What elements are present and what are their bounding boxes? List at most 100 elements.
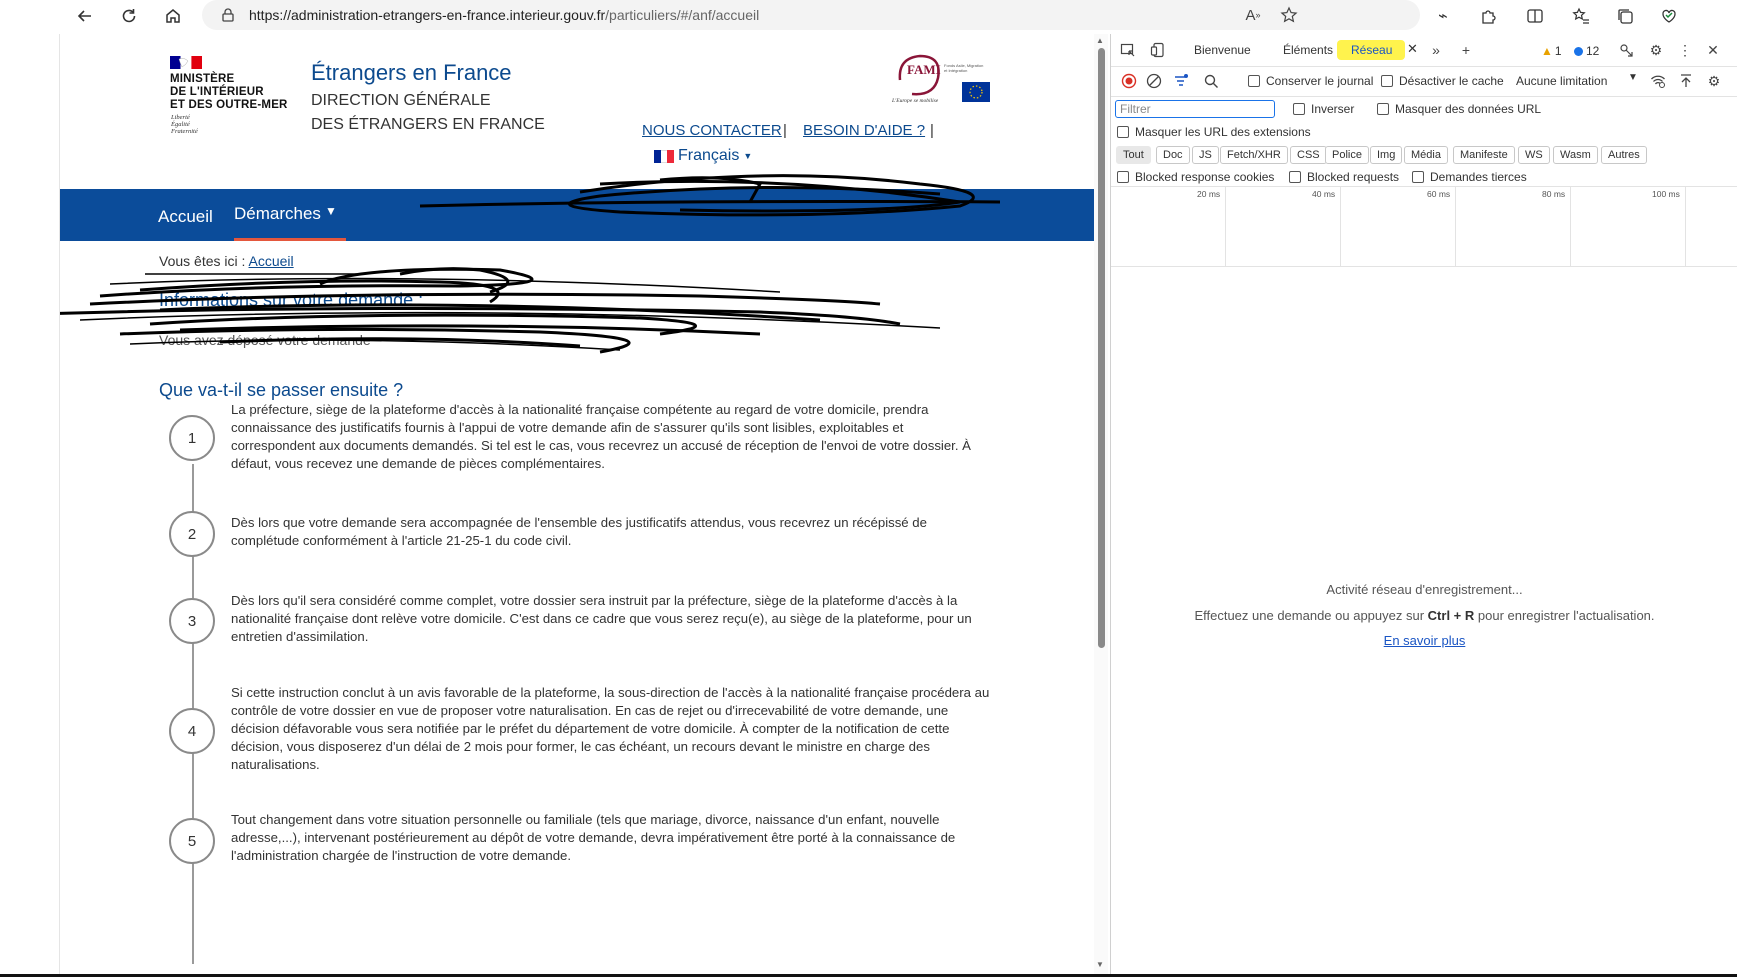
invert-checkbox[interactable]: Inverser (1293, 102, 1354, 116)
type-filter-css[interactable]: CSS (1290, 146, 1327, 164)
hint-suffix: pour enregistrer l'actualisation. (1477, 608, 1655, 623)
hide-data-urls-checkbox[interactable]: Masquer des données URL (1377, 102, 1541, 116)
filter-input[interactable] (1115, 100, 1275, 118)
device-emulation-icon[interactable] (1149, 41, 1167, 59)
message-icon (1574, 46, 1583, 56)
checkbox-box[interactable] (1117, 126, 1129, 138)
record-icon[interactable] (1120, 72, 1138, 90)
type-filter-fetch[interactable]: Fetch/XHR (1220, 146, 1288, 164)
tab-welcome[interactable]: Bienvenue (1194, 43, 1251, 57)
timeline-gridline (1685, 186, 1686, 266)
scroll-up-icon[interactable]: ▲ (1096, 36, 1104, 45)
type-filter-doc[interactable]: Doc (1156, 146, 1190, 164)
browser-essentials-icon[interactable] (1656, 3, 1682, 29)
back-icon[interactable] (72, 3, 98, 29)
add-tab-icon[interactable]: + (1457, 41, 1475, 59)
tab-elements[interactable]: Éléments (1283, 43, 1333, 57)
scroll-down-icon[interactable]: ▼ (1096, 960, 1104, 969)
favorites-icon[interactable] (1568, 3, 1594, 29)
inspect-icon[interactable] (1119, 41, 1137, 59)
step-number: 2 (169, 511, 215, 557)
messages-count: 12 (1586, 44, 1600, 58)
timeline-label: 40 ms (1312, 189, 1336, 199)
filter-icon[interactable] (1172, 72, 1190, 90)
checkbox-label: Désactiver le cache (1399, 74, 1504, 88)
type-filter-font[interactable]: Police (1325, 146, 1369, 164)
empty-state-title: Activité réseau d'enregistrement... (1326, 582, 1523, 597)
checkbox-label: Inverser (1311, 102, 1355, 116)
checkbox-box[interactable] (1381, 75, 1393, 87)
timeline-gridline (1570, 186, 1571, 266)
clear-icon[interactable] (1145, 72, 1163, 90)
extensions-puzzle-icon[interactable] (1476, 3, 1502, 29)
close-devtools-icon[interactable]: ✕ (1704, 41, 1722, 59)
checkbox-box[interactable] (1412, 171, 1424, 183)
page-scrollbar[interactable]: ▲ ▼ (1094, 34, 1108, 974)
type-filter-ws[interactable]: WS (1518, 146, 1550, 164)
checkbox-label: Masquer des données URL (1395, 102, 1542, 116)
step-text: Tout changement dans votre situation per… (231, 812, 956, 863)
close-icon[interactable]: ✕ (1407, 41, 1418, 57)
learn-more: En savoir plus (1111, 633, 1737, 648)
checkbox-box[interactable] (1377, 103, 1389, 115)
checkbox-label: Conserver le journal (1266, 74, 1374, 88)
import-har-icon[interactable] (1677, 72, 1695, 90)
scrollbar-thumb[interactable] (1098, 48, 1105, 648)
timeline-gridline (1225, 186, 1226, 266)
read-aloud-icon[interactable]: A» (1242, 4, 1264, 26)
step-number: 1 (169, 415, 215, 461)
learn-more-link[interactable]: En savoir plus (1384, 633, 1466, 648)
messages-badge[interactable]: 12 (1574, 44, 1599, 58)
warnings-badge[interactable]: ▲ 1 (1541, 44, 1562, 58)
steps-list: 1 La préfecture, siège de la plateforme … (60, 34, 1094, 974)
address-bar[interactable]: https://administration-etrangers-en-fran… (202, 0, 1420, 30)
throttling-select[interactable]: Aucune limitation (1516, 74, 1607, 88)
more-tabs-icon[interactable]: » (1427, 41, 1445, 59)
checkbox-box[interactable] (1289, 171, 1301, 183)
type-filter-img[interactable]: Img (1370, 146, 1403, 164)
network-settings-icon[interactable]: ⚙ (1705, 72, 1723, 90)
collections-icon[interactable] (1612, 3, 1638, 29)
more-options-icon[interactable]: ⋮ (1676, 41, 1694, 59)
extension-icon[interactable]: ⌁ (1430, 3, 1456, 29)
type-filter-manifest[interactable]: Manifeste (1453, 146, 1515, 164)
type-filter-all[interactable]: Tout (1116, 146, 1151, 164)
network-conditions-icon[interactable] (1649, 72, 1667, 90)
tab-network[interactable]: Réseau ✕ (1337, 38, 1421, 62)
checkbox-box[interactable] (1117, 171, 1129, 183)
lock-icon[interactable] (220, 7, 236, 23)
blocked-requests-checkbox[interactable]: Blocked requests (1289, 170, 1399, 184)
caret-down-icon[interactable]: ▼ (1628, 72, 1638, 83)
step-number: 5 (169, 818, 215, 864)
timeline-label: 100 ms (1652, 189, 1680, 199)
type-filter-other[interactable]: Autres (1601, 146, 1647, 164)
type-filter-media[interactable]: Média (1404, 146, 1448, 164)
page-viewport: MINISTÈRE DE L'INTÉRIEUR ET DES OUTRE-ME… (60, 34, 1094, 974)
warning-icon: ▲ (1541, 44, 1553, 58)
blocked-cookies-checkbox[interactable]: Blocked response cookies (1117, 170, 1274, 184)
type-filter-js[interactable]: JS (1192, 146, 1219, 164)
type-filter-wasm[interactable]: Wasm (1553, 146, 1598, 164)
disable-cache-checkbox[interactable]: Désactiver le cache (1381, 74, 1504, 88)
customize-icon[interactable] (1617, 41, 1635, 59)
gear-icon[interactable]: ⚙ (1647, 41, 1665, 59)
step-text: Dès lors que votre demande sera accompag… (231, 515, 927, 548)
checkbox-label: Blocked requests (1307, 170, 1400, 184)
third-party-checkbox[interactable]: Demandes tierces (1412, 170, 1527, 184)
url-text[interactable]: https://administration-etrangers-en-fran… (249, 7, 759, 23)
reload-icon[interactable] (116, 3, 142, 29)
step-number: 4 (169, 708, 215, 754)
favorite-star-icon[interactable] (1278, 4, 1300, 26)
devtools-panel: Bienvenue Éléments Réseau ✕ » + ▲ 1 12 ⚙ … (1110, 34, 1737, 974)
timeline-label: 20 ms (1197, 189, 1221, 199)
preserve-log-checkbox[interactable]: Conserver le journal (1248, 74, 1373, 88)
network-overview-timeline[interactable]: 20 ms 40 ms 60 ms 80 ms 100 ms (1111, 186, 1737, 267)
timeline-gridline (1455, 186, 1456, 266)
checkbox-box[interactable] (1293, 103, 1305, 115)
search-icon[interactable] (1202, 72, 1220, 90)
checkbox-box[interactable] (1248, 75, 1260, 87)
checkbox-label: Blocked response cookies (1135, 170, 1275, 184)
split-screen-icon[interactable] (1522, 3, 1548, 29)
hide-extension-urls-checkbox[interactable]: Masquer les URL des extensions (1117, 125, 1311, 139)
home-icon[interactable] (160, 3, 186, 29)
